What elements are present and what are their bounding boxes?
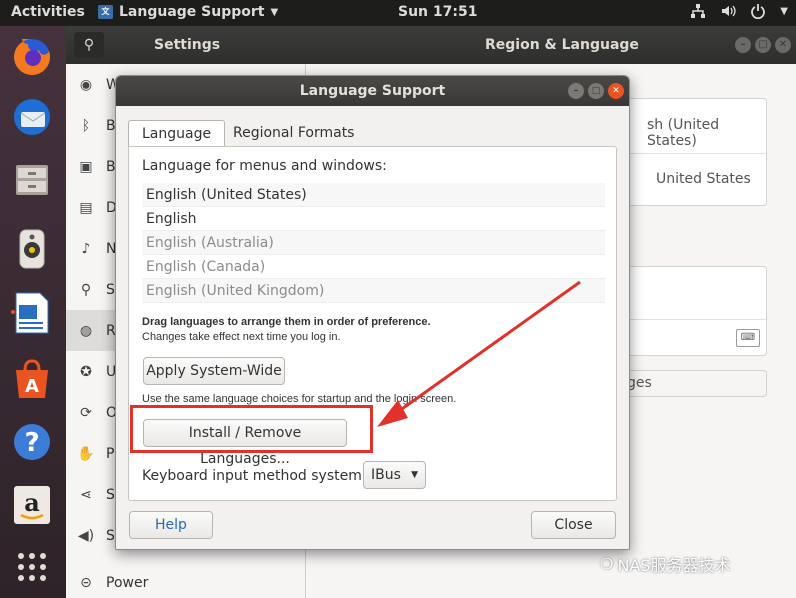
annotation-arrow <box>377 280 581 427</box>
watermark-text: NAS服务器技术 <box>617 556 731 575</box>
wechat-icon: ❍ <box>600 555 614 573</box>
watermark: ❍ NAS服务器技术 <box>600 552 731 576</box>
